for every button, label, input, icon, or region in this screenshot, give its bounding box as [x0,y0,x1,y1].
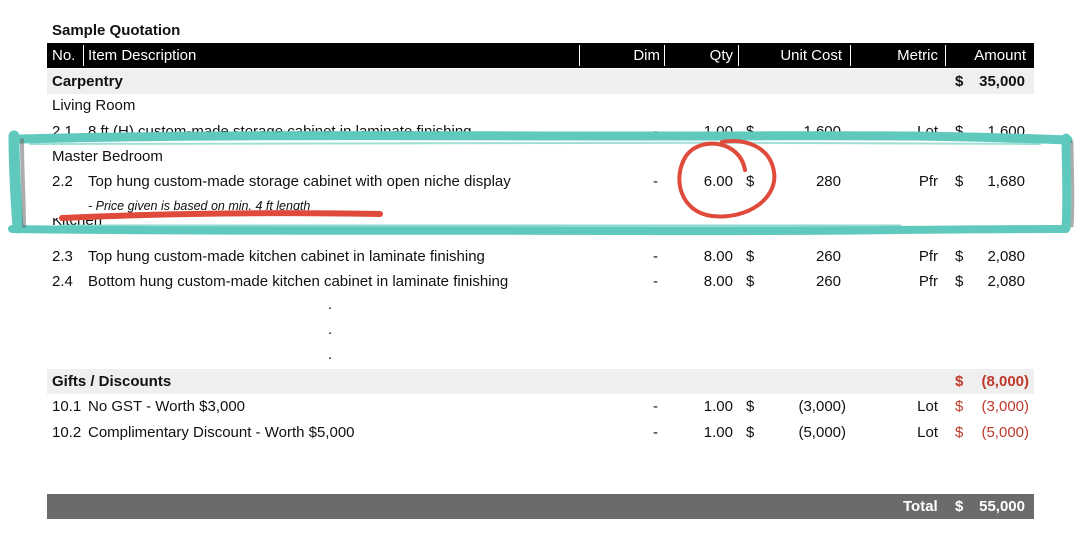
item-note: - Price given is based on min. 4 ft leng… [88,199,311,213]
item-description: Top hung custom-made storage cabinet wit… [88,173,511,190]
table-row: 2.4 Bottom hung custom-made kitchen cabi… [47,269,1034,294]
item-amount: 1,680 [987,173,1025,190]
header-no: No. [52,47,76,64]
item-currency: $ [746,273,755,290]
header-qty: Qty [709,47,733,64]
item-amount: 2,080 [987,273,1025,290]
item-qty: 8.00 [703,273,733,290]
item-description: Complimentary Discount - Worth $5,000 [88,424,355,441]
total-label: Total [903,498,938,515]
document-title: Sample Quotation [52,22,181,39]
header-metric: Metric [897,47,938,64]
table-header: No. Item Description Dim Qty Unit Cost M… [47,43,1034,68]
group-label: Master Bedroom [52,148,163,165]
ellipsis-dot: . [328,346,333,363]
section-currency: $ [955,73,964,90]
item-currency: $ [746,173,755,190]
header-amount: Amount [974,47,1026,64]
item-dim: - [653,424,658,441]
item-unit-cost: (5,000) [798,424,846,441]
item-currency: $ [746,248,755,265]
header-dim: Dim [633,47,660,64]
section-amount: 35,000 [979,73,1025,90]
item-amount: 2,080 [987,248,1025,265]
total-currency: $ [955,498,964,515]
item-description: Bottom hung custom-made kitchen cabinet … [88,273,509,290]
ellipsis-dot: . [328,296,333,313]
group-label: Kitchen [52,218,103,229]
item-amount-currency: $ [955,424,964,441]
item-qty: 1.00 [703,398,733,415]
item-dim: - [653,273,658,290]
section-gifts-discounts: Gifts / Discounts $ (8,000) [47,369,1034,394]
item-metric: Lot [917,398,938,415]
table-row: 10.2 Complimentary Discount - Worth $5,0… [47,420,1034,445]
item-no: 2.3 [52,248,73,265]
item-unit-cost: (3,000) [798,398,846,415]
group-kitchen: Kitchen [47,218,1034,232]
item-note-row: - Price given is based on min. 4 ft leng… [47,194,1034,219]
item-no: 10.1 [52,398,82,415]
total-bar: Total $ 55,000 [47,494,1034,519]
item-amount: (3,000) [981,398,1029,415]
section-label: Gifts / Discounts [52,373,172,390]
section-amount: (8,000) [981,373,1029,390]
item-amount-currency: $ [955,173,964,190]
item-no: 2.2 [52,173,73,190]
header-unit-cost: Unit Cost [780,47,842,64]
item-unit-cost: 280 [815,173,841,190]
item-metric: Pfr [918,273,938,290]
table-row: 2.3 Top hung custom-made kitchen cabinet… [47,244,1034,269]
item-description: No GST - Worth $3,000 [88,398,246,415]
item-metric: Lot [917,424,938,441]
item-amount-currency: $ [955,398,964,415]
table-row: 10.1 No GST - Worth $3,000 - 1.00 $ (3,0… [47,394,1034,419]
total-amount: 55,000 [979,498,1025,515]
item-qty: 6.00 [703,173,733,190]
item-currency: $ [746,398,755,415]
group-label: Living Room [52,97,136,114]
item-unit-cost: 260 [815,273,841,290]
section-carpentry: Carpentry $ 35,000 [47,69,1034,94]
section-label: Carpentry [52,73,123,90]
item-amount-currency: $ [955,273,964,290]
item-dim: - [653,248,658,265]
group-living-room: Living Room [47,93,1034,118]
item-qty: 8.00 [703,248,733,265]
item-no: 2.4 [52,273,73,290]
item-dim: - [653,398,658,415]
item-unit-cost: 260 [815,248,841,265]
item-amount: (5,000) [981,424,1029,441]
item-dim: - [653,173,658,190]
section-currency: $ [955,373,964,390]
header-divider [83,45,84,66]
group-master-bedroom: Master Bedroom [47,144,1034,169]
table-row: 2.2 Top hung custom-made storage cabinet… [47,169,1034,194]
item-no: 10.2 [52,424,82,441]
item-qty: 1.00 [703,424,733,441]
ellipsis-dot: . [328,321,333,338]
item-amount-currency: $ [955,248,964,265]
item-metric: Pfr [918,173,938,190]
item-description: Top hung custom-made kitchen cabinet in … [88,248,485,265]
header-item-description: Item Description [88,47,197,64]
item-currency: $ [746,424,755,441]
item-metric: Pfr [918,248,938,265]
